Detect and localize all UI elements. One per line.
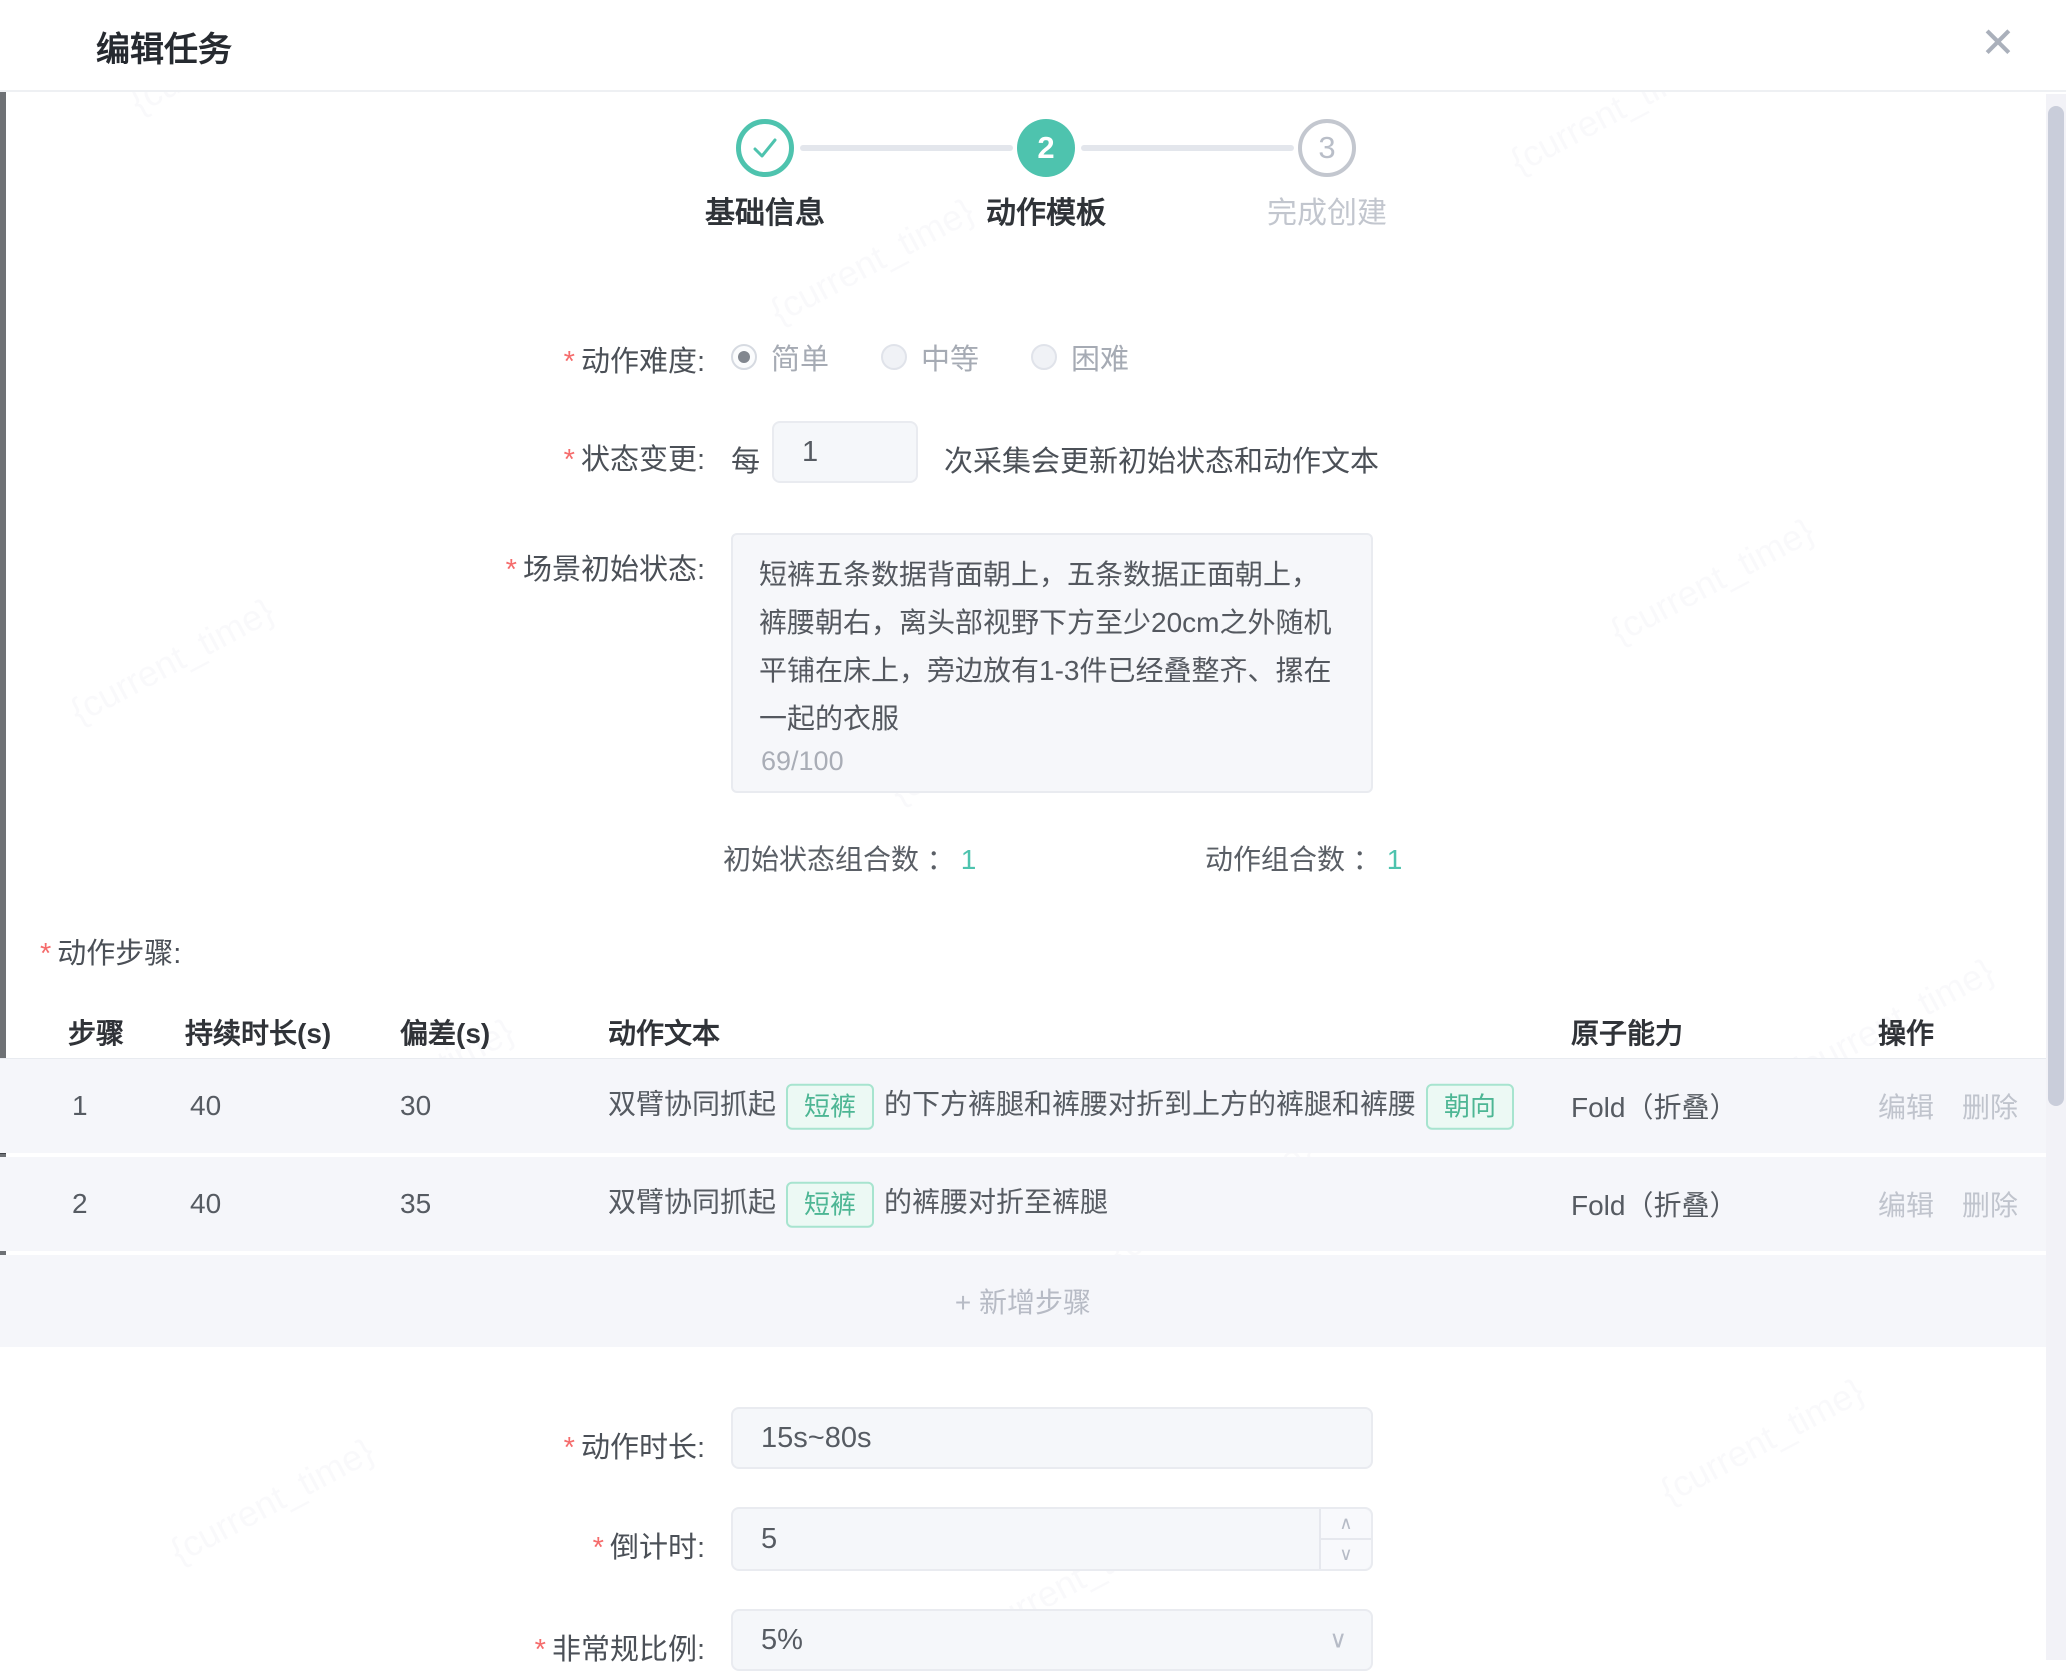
dialog-title: 编辑任务 bbox=[96, 22, 232, 71]
row-step: 1 bbox=[72, 1090, 88, 1122]
row-ability: Fold（折叠） bbox=[1571, 1184, 1737, 1224]
object-tag: 短裤 bbox=[786, 1181, 874, 1227]
col-header-duration: 持续时长(s) bbox=[185, 1012, 331, 1052]
radio-label: 中等 bbox=[921, 336, 979, 378]
required-mark: * bbox=[40, 938, 51, 970]
watermark: {current_time} bbox=[1653, 1370, 1871, 1512]
countdown-value: 5 bbox=[733, 1523, 777, 1556]
table-row: 2 40 35 双臂协同抓起短裤的裤腰对折至裤腿 Fold（折叠） 编辑删除 bbox=[0, 1157, 2046, 1251]
step-connector bbox=[1081, 145, 1294, 151]
action-combo-value: 1 bbox=[1387, 844, 1403, 875]
initial-combo-count: 初始状态组合数 ：1 bbox=[723, 838, 976, 878]
row-actions: 编辑删除 bbox=[1878, 1184, 2046, 1224]
delete-button[interactable]: 删除 bbox=[1962, 1190, 2018, 1221]
step1-check-circle bbox=[736, 119, 794, 177]
watermark: {current_time} bbox=[63, 590, 281, 732]
scene-state-text: 短裤五条数据背面朝上，五条数据正面朝上，裤腰朝右，离头部视野下方至少20cm之外… bbox=[759, 551, 1345, 743]
watermark: {current_time} bbox=[1603, 510, 1821, 652]
state-change-input[interactable]: 1 bbox=[772, 421, 918, 483]
edit-button[interactable]: 编辑 bbox=[1878, 1190, 1934, 1221]
unusual-ratio-label: *非常规比例: bbox=[0, 1626, 705, 1668]
edit-button[interactable]: 编辑 bbox=[1878, 1092, 1934, 1123]
action-steps-label: *动作步骤: bbox=[40, 930, 181, 972]
state-change-suffix: 次采集会更新初始状态和动作文本 bbox=[944, 438, 1379, 480]
delete-button[interactable]: 删除 bbox=[1962, 1092, 2018, 1123]
increase-arrow-icon[interactable]: ∧ bbox=[1321, 1509, 1371, 1540]
required-mark: * bbox=[506, 554, 517, 586]
col-header-operation: 操作 bbox=[1878, 1012, 1934, 1052]
orientation-tag: 朝向 bbox=[1426, 1083, 1514, 1129]
col-header-action-text: 动作文本 bbox=[608, 1012, 720, 1052]
radio-option-easy[interactable]: 简单 bbox=[731, 336, 829, 378]
col-header-ability: 原子能力 bbox=[1571, 1012, 1683, 1052]
check-icon bbox=[750, 133, 780, 163]
radio-unselected-icon[interactable] bbox=[881, 344, 907, 370]
unusual-ratio-value: 5% bbox=[733, 1624, 803, 1657]
scrollbar-thumb[interactable] bbox=[2048, 106, 2064, 1106]
radio-option-hard[interactable]: 困难 bbox=[1031, 336, 1129, 378]
state-change-label: *状态变更: bbox=[0, 436, 705, 478]
row-action-text: 双臂协同抓起短裤的裤腰对折至裤腿 bbox=[608, 1181, 1108, 1228]
difficulty-radio-group: 简单 中等 困难 bbox=[731, 336, 1129, 378]
difficulty-label: *动作难度: bbox=[0, 338, 705, 380]
table-row: 1 40 30 双臂协同抓起短裤的下方裤腿和裤腰对折到上方的裤腿和裤腰朝向 Fo… bbox=[0, 1058, 2046, 1153]
scene-state-label: *场景初始状态: bbox=[0, 546, 705, 588]
decrease-arrow-icon[interactable]: ∨ bbox=[1321, 1540, 1371, 1569]
action-combo-count: 动作组合数 ：1 bbox=[1205, 838, 1402, 878]
required-mark: * bbox=[535, 1634, 546, 1666]
countdown-label: *倒计时: bbox=[0, 1524, 705, 1566]
step3-label: 完成创建 bbox=[1177, 188, 1477, 232]
state-change-prefix: 每 bbox=[731, 438, 760, 480]
row-ability: Fold（折叠） bbox=[1571, 1086, 1737, 1126]
chevron-down-icon: ∨ bbox=[1329, 1626, 1347, 1655]
row-duration: 40 bbox=[190, 1090, 221, 1122]
duration-input[interactable]: 15s~80s bbox=[731, 1407, 1373, 1469]
countdown-input[interactable]: 5 ∧ ∨ bbox=[731, 1507, 1373, 1571]
required-mark: * bbox=[564, 346, 575, 378]
col-header-step: 步骤 bbox=[68, 1012, 124, 1052]
radio-label: 困难 bbox=[1071, 336, 1129, 378]
row-duration: 40 bbox=[190, 1188, 221, 1220]
required-mark: * bbox=[593, 1532, 604, 1564]
step1-label: 基础信息 bbox=[615, 188, 915, 232]
dialog-header: 编辑任务 ✕ bbox=[0, 0, 2066, 92]
object-tag: 短裤 bbox=[786, 1083, 874, 1129]
required-mark: * bbox=[564, 1432, 575, 1464]
step-connector bbox=[800, 145, 1013, 151]
row-step: 2 bbox=[72, 1188, 88, 1220]
close-icon[interactable]: ✕ bbox=[1970, 14, 2026, 70]
row-deviation: 30 bbox=[400, 1090, 431, 1122]
row-deviation: 35 bbox=[400, 1188, 431, 1220]
radio-option-medium[interactable]: 中等 bbox=[881, 336, 979, 378]
duration-label: *动作时长: bbox=[0, 1424, 705, 1466]
add-step-row: + 新增步骤 bbox=[0, 1255, 2046, 1347]
step3-circle: 3 bbox=[1298, 119, 1356, 177]
step2-label: 动作模板 bbox=[896, 188, 1196, 232]
required-mark: * bbox=[564, 444, 575, 476]
number-spinner: ∧ ∨ bbox=[1319, 1509, 1371, 1569]
char-counter: 69/100 bbox=[761, 746, 844, 777]
row-action-text: 双臂协同抓起短裤的下方裤腿和裤腰对折到上方的裤腿和裤腰朝向 bbox=[608, 1083, 1524, 1130]
radio-unselected-icon[interactable] bbox=[1031, 344, 1057, 370]
col-header-deviation: 偏差(s) bbox=[400, 1012, 490, 1052]
radio-label: 简单 bbox=[771, 336, 829, 378]
step2-circle: 2 bbox=[1017, 119, 1075, 177]
unusual-ratio-select[interactable]: 5% ∨ bbox=[731, 1609, 1373, 1671]
initial-combo-value: 1 bbox=[961, 844, 977, 875]
radio-selected-icon[interactable] bbox=[731, 344, 757, 370]
scene-state-textarea[interactable]: 短裤五条数据背面朝上，五条数据正面朝上，裤腰朝右，离头部视野下方至少20cm之外… bbox=[731, 533, 1373, 793]
row-actions: 编辑删除 bbox=[1878, 1086, 2046, 1126]
add-step-button[interactable]: + 新增步骤 bbox=[955, 1281, 1091, 1321]
